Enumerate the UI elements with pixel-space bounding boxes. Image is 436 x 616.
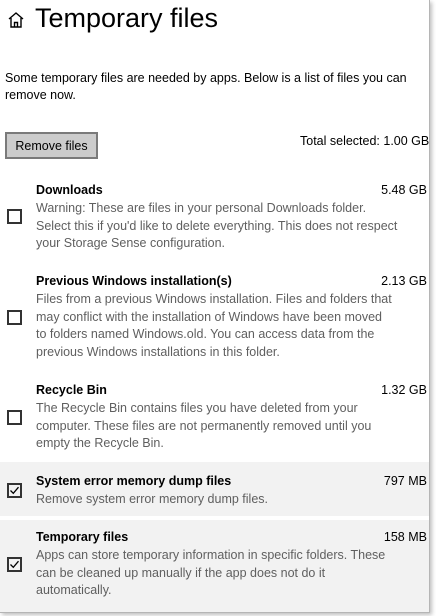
settings-window: Temporary files Some temporary files are…: [0, 0, 430, 613]
item-title: Recycle Bin: [36, 383, 107, 397]
item-title: Temporary files: [36, 530, 129, 544]
desc-line: can be cleaned up manually if the app do…: [36, 565, 326, 580]
item-title: System error memory dump files: [36, 474, 232, 488]
item-size: 1.32 GB: [381, 383, 427, 397]
desc-line: computer. These files are not permanentl…: [36, 418, 372, 433]
desc-line: Remove system error memory dump files.: [36, 492, 269, 506]
desc-line: Files from a previous Windows installati…: [36, 292, 392, 306]
desc-line: previous Windows installations in this f…: [36, 344, 280, 359]
item-size: 158 MB: [383, 530, 427, 544]
desc-line: to folders named Windows.old. You can ac…: [36, 327, 375, 341]
checkmark-icon: [10, 486, 19, 495]
page-title: Temporary files: [35, 3, 219, 33]
item-title: Downloads: [36, 183, 103, 197]
desc-line: empty the Recycle Bin.: [36, 436, 164, 450]
list-item-previous-windows: Previous Windows installation(s) 2.13 GB…: [0, 267, 429, 367]
downloads-checkbox[interactable]: [7, 209, 22, 224]
desc-line: may conflict with the installation of Wi…: [36, 309, 383, 324]
header: Temporary files: [0, 0, 429, 44]
item-description: The Recycle Bin contains files you have …: [36, 400, 429, 453]
item-size: 5.48 GB: [381, 183, 427, 197]
home-icon[interactable]: [6, 10, 26, 30]
recycle-bin-checkbox[interactable]: [7, 410, 22, 425]
desc-line: Warning: These are files in your persona…: [36, 201, 367, 215]
memory-dump-checkbox[interactable]: [7, 483, 22, 498]
desc-line: automatically.: [36, 583, 112, 597]
item-size: 797 MB: [383, 474, 427, 488]
item-description: Files from a previous Windows installati…: [36, 291, 429, 361]
desc-line: Apps can store temporary information in …: [36, 548, 386, 562]
checkmark-icon: [10, 560, 19, 569]
previous-windows-checkbox[interactable]: [7, 310, 22, 325]
item-description: Remove system error memory dump files.: [36, 491, 429, 509]
list-item-recycle-bin: Recycle Bin 1.32 GB The Recycle Bin cont…: [0, 376, 429, 460]
item-description: Warning: These are files in your persona…: [36, 200, 429, 253]
list-item-memory-dump: System error memory dump files 797 MB Re…: [0, 462, 429, 516]
list-item-temporary-files: Temporary files 158 MB Apps can store te…: [0, 520, 429, 612]
desc-line: your Storage Sense configuration.: [36, 236, 226, 250]
item-description: Apps can store temporary information in …: [36, 547, 429, 600]
remove-files-button[interactable]: Remove files: [5, 132, 98, 159]
temporary-files-checkbox[interactable]: [7, 557, 22, 572]
item-title: Previous Windows installation(s): [36, 274, 232, 288]
intro-line: Some temporary files are needed by apps.…: [5, 71, 407, 85]
intro-text: Some temporary files are needed by apps.…: [5, 70, 429, 104]
desc-line: The Recycle Bin contains files you have …: [36, 401, 358, 415]
intro-line: remove now.: [5, 88, 76, 102]
list-item-downloads: Downloads 5.48 GB Warning: These are fil…: [0, 176, 429, 258]
total-selected: Total selected: 1.00 GB: [300, 134, 430, 148]
desc-line: Select this if you'd like to delete ever…: [36, 218, 398, 233]
item-size: 2.13 GB: [381, 274, 427, 288]
